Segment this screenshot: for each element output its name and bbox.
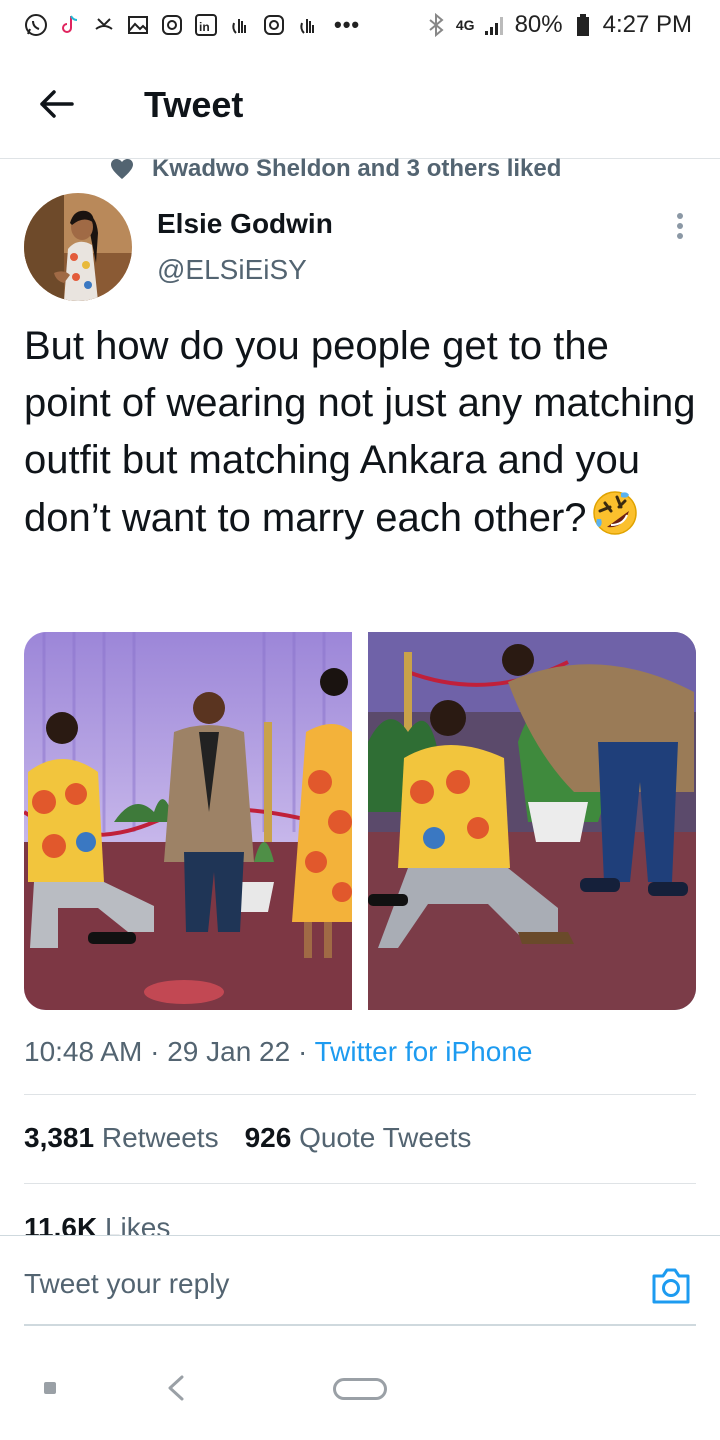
reply-input-underline — [24, 1324, 696, 1326]
tweet-stats: 3,381 Retweets 926 Quote Tweets — [24, 1122, 471, 1154]
divider — [24, 1183, 696, 1184]
page-title: Tweet — [144, 84, 244, 125]
divider — [24, 1094, 696, 1095]
meta-separator: · — [142, 1036, 168, 1067]
tweet-source-link[interactable]: Twitter for iPhone — [315, 1036, 533, 1067]
meta-separator: · — [290, 1036, 315, 1067]
social-context[interactable]: Kwadwo Sheldon and 3 others liked — [110, 155, 561, 183]
retweets-label: Retweets — [101, 1122, 219, 1153]
media-photo-1[interactable] — [24, 632, 352, 1010]
likes-count: 11.6K — [24, 1212, 98, 1236]
author-handle[interactable]: @ELSiEiSY — [157, 254, 307, 286]
reply-input[interactable]: Tweet your reply — [24, 1268, 229, 1300]
hand-wave-icon — [228, 13, 252, 37]
bluetooth-icon — [424, 13, 448, 37]
instagram-icon — [262, 13, 286, 37]
notification-icons: in ••• — [24, 12, 360, 38]
quote-tweets-stat[interactable]: 926 Quote Tweets — [245, 1122, 472, 1153]
rolling-on-floor-laughing-icon — [592, 491, 637, 535]
tweet-time: 10:48 AM — [24, 1036, 143, 1067]
home-button[interactable] — [333, 1378, 387, 1400]
more-dot — [677, 233, 683, 239]
quotes-count: 926 — [244, 1122, 292, 1153]
missed-call-icon — [92, 13, 116, 37]
instagram-icon — [160, 13, 184, 37]
social-context-text: Kwadwo Sheldon and 3 others liked — [152, 155, 562, 182]
back-button[interactable] — [36, 84, 76, 124]
gallery-icon — [126, 13, 150, 37]
more-options-button[interactable] — [668, 210, 692, 242]
linkedin-icon: in — [194, 13, 218, 37]
whatsapp-icon — [24, 13, 48, 37]
battery-percent: 80% — [514, 11, 563, 38]
heart-icon — [111, 159, 133, 179]
tweet-meta: 10:48 AM · 29 Jan 22 · Twitter for iPhon… — [24, 1036, 532, 1068]
clock: 4:27 PM — [602, 11, 692, 38]
arrow-left-icon — [40, 90, 74, 118]
battery-icon — [571, 13, 595, 37]
more-dot — [677, 213, 683, 219]
hand-wave-icon — [296, 13, 320, 37]
network-type: 4G — [455, 17, 475, 33]
retweets-count: 3,381 — [24, 1122, 95, 1153]
more-dot — [677, 223, 683, 229]
recent-apps-button[interactable] — [44, 1382, 56, 1394]
media-grid — [24, 632, 696, 1010]
likes-label: Likes — [104, 1212, 171, 1236]
likes-stat[interactable]: 11.6K Likes — [24, 1212, 170, 1236]
tweet-date: 29 Jan 22 — [167, 1036, 291, 1067]
signal-icon — [483, 13, 507, 37]
retweets-stat[interactable]: 3,381 Retweets — [24, 1122, 219, 1153]
system-nav-bar — [0, 1350, 720, 1440]
status-bar: in ••• 4G 80% 4:27 PM — [0, 0, 720, 50]
tweet-header: Tweet — [0, 58, 720, 154]
nav-back-button[interactable] — [164, 1374, 188, 1402]
tweet-text: But how do you people get to the point o… — [24, 318, 696, 547]
more-notifications-icon: ••• — [334, 12, 361, 37]
avatar[interactable] — [24, 193, 132, 301]
svg-text:in: in — [199, 20, 210, 34]
camera-icon — [652, 1268, 690, 1304]
system-status: 4G 80% 4:27 PM — [424, 11, 692, 39]
reply-bar-divider — [0, 1235, 720, 1236]
author-name[interactable]: Elsie Godwin — [157, 208, 333, 240]
media-photo-2[interactable] — [368, 632, 696, 1010]
tiktok-icon — [58, 13, 82, 37]
camera-button[interactable] — [650, 1266, 692, 1306]
quotes-label: Quote Tweets — [299, 1122, 472, 1153]
